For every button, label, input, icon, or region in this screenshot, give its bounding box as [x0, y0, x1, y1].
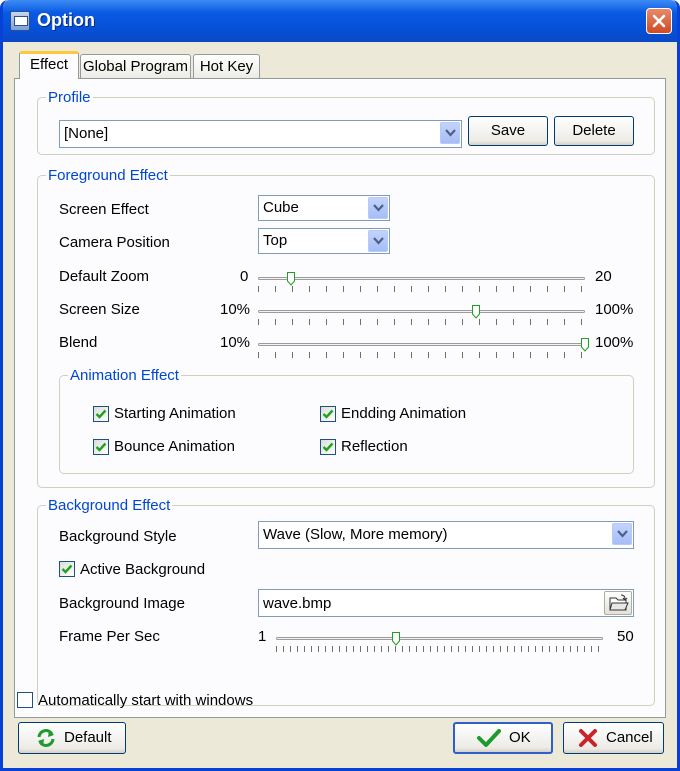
- checkmark-icon: [95, 442, 107, 452]
- slider-thumb-icon[interactable]: [581, 338, 589, 352]
- tab-global-program[interactable]: Global Program: [80, 54, 191, 78]
- camera-position-dropdown-arrow[interactable]: [368, 230, 388, 252]
- chevron-down-icon: [373, 237, 384, 245]
- chevron-down-icon: [373, 204, 384, 212]
- cancel-button-label: Cancel: [606, 729, 653, 746]
- chevron-down-icon: [445, 129, 456, 137]
- foreground-legend: Foreground Effect: [48, 167, 168, 184]
- tab-hot-key[interactable]: Hot Key: [193, 54, 260, 78]
- tab-effect-label: Effect: [29, 56, 69, 73]
- screen-effect-dropdown-arrow[interactable]: [368, 197, 388, 219]
- open-folder-icon: [609, 594, 629, 611]
- tab-effect[interactable]: Effect: [19, 51, 79, 79]
- autostart-label: Automatically start with windows: [38, 692, 254, 709]
- default-button-label: Default: [64, 729, 112, 746]
- camera-position-value: Top: [263, 232, 288, 249]
- ending-animation-label: Endding Animation: [341, 405, 467, 422]
- default-zoom-min: 0: [240, 268, 249, 285]
- screen-size-min: 10%: [220, 301, 251, 318]
- default-zoom-label: Default Zoom: [59, 268, 150, 285]
- close-button[interactable]: [646, 8, 672, 34]
- background-image-value: wave.bmp: [263, 595, 332, 612]
- slider-thumb-icon[interactable]: [286, 272, 295, 286]
- client-area: Effect Global Program Hot Key Profile [N…: [3, 42, 677, 768]
- frame-per-sec-max: 50: [617, 628, 634, 645]
- profile-legend: Profile: [48, 89, 91, 106]
- default-zoom-max: 20: [595, 268, 612, 285]
- frame-per-sec-label: Frame Per Sec: [59, 628, 160, 645]
- background-style-combo[interactable]: Wave (Slow, More memory): [258, 521, 634, 549]
- background-style-label: Background Style: [59, 528, 177, 545]
- background-legend: Background Effect: [48, 497, 171, 514]
- checkmark-icon: [477, 729, 501, 747]
- animation-legend: Animation Effect: [70, 367, 179, 384]
- bounce-animation-checkbox[interactable]: [93, 439, 109, 455]
- checkmark-icon: [322, 409, 334, 419]
- camera-position-label: Camera Position: [59, 234, 170, 251]
- reflection-checkbox[interactable]: [320, 439, 336, 455]
- tab-global-program-label: Global Program: [82, 58, 189, 75]
- background-image-label: Background Image: [59, 595, 185, 612]
- default-zoom-slider[interactable]: [258, 272, 585, 298]
- close-icon: [652, 14, 666, 28]
- window-title: Option: [37, 10, 95, 30]
- profile-dropdown-arrow[interactable]: [440, 122, 460, 144]
- effect-tab-panel: Profile [None] Save Delete Foreground Ef…: [14, 78, 666, 718]
- camera-position-combo[interactable]: Top: [258, 228, 390, 254]
- profile-value: [None]: [64, 125, 109, 142]
- ok-button-label: OK: [509, 729, 531, 746]
- autostart-checkbox[interactable]: [17, 692, 33, 708]
- background-style-value: Wave (Slow, More memory): [263, 526, 448, 543]
- screen-size-label: Screen Size: [59, 301, 140, 318]
- delete-button[interactable]: Delete: [554, 116, 634, 146]
- browse-button[interactable]: [604, 591, 632, 615]
- bounce-animation-label: Bounce Animation: [114, 438, 235, 455]
- checkmark-icon: [95, 409, 107, 419]
- blend-label: Blend: [59, 334, 98, 351]
- screen-effect-label: Screen Effect: [59, 201, 149, 218]
- starting-animation-checkbox[interactable]: [93, 406, 109, 422]
- reflection-label: Reflection: [341, 438, 408, 455]
- blend-min: 10%: [220, 334, 251, 351]
- background-image-field[interactable]: wave.bmp: [258, 589, 634, 617]
- save-button[interactable]: Save: [468, 116, 548, 146]
- slider-thumb-icon[interactable]: [392, 632, 401, 646]
- active-background-checkbox[interactable]: [59, 561, 75, 577]
- active-background-label: Active Background: [80, 561, 206, 578]
- ending-animation-checkbox[interactable]: [320, 406, 336, 422]
- cancel-x-icon: [579, 729, 597, 747]
- app-icon: [10, 11, 30, 31]
- blend-max: 100%: [595, 334, 634, 351]
- profile-combo[interactable]: [None]: [59, 120, 462, 148]
- chevron-down-icon: [617, 530, 628, 538]
- screen-effect-value: Cube: [263, 199, 299, 216]
- default-button[interactable]: Default: [18, 722, 126, 754]
- refresh-icon: [37, 729, 55, 747]
- screen-effect-combo[interactable]: Cube: [258, 195, 390, 221]
- screen-size-max: 100%: [595, 301, 634, 318]
- background-style-dropdown-arrow[interactable]: [612, 523, 632, 545]
- slider-thumb-icon[interactable]: [472, 305, 480, 319]
- screen-size-slider[interactable]: [258, 305, 585, 331]
- checkmark-icon: [61, 564, 73, 574]
- starting-animation-label: Starting Animation: [114, 405, 236, 422]
- ok-button[interactable]: OK: [453, 722, 553, 754]
- cancel-button[interactable]: Cancel: [563, 722, 664, 754]
- frame-per-sec-min: 1: [258, 628, 267, 645]
- option-dialog: Option Effect Global Program Hot Key Pro…: [0, 0, 680, 771]
- tab-hot-key-label: Hot Key: [199, 58, 254, 75]
- frame-per-sec-slider[interactable]: [276, 632, 603, 658]
- title-bar[interactable]: Option: [3, 0, 677, 42]
- checkmark-icon: [322, 442, 334, 452]
- blend-slider[interactable]: [258, 338, 589, 364]
